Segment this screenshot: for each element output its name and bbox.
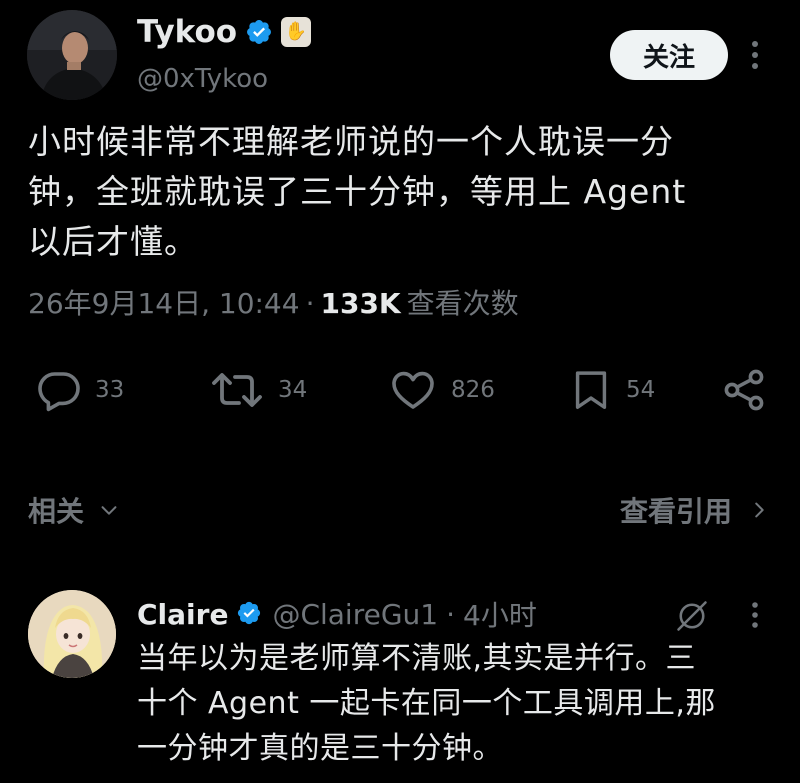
reply-author-handle[interactable]: @ClaireGu1 <box>272 598 438 631</box>
verified-badge-icon <box>236 600 264 628</box>
retweet-button[interactable]: 34 <box>208 362 307 418</box>
like-count: 826 <box>451 377 495 403</box>
reply-text: 当年以为是老师算不清账,其实是并行。三 十个 Agent 一起卡在同一个工具调用… <box>137 641 716 766</box>
tweet-timestamp[interactable]: 26年9月14日, 10:44 <box>28 282 300 322</box>
related-sort-dropdown[interactable]: 相关 <box>28 490 120 530</box>
more-vertical-icon[interactable] <box>744 600 766 630</box>
meta-separator: · <box>305 287 315 320</box>
views-count: 133K <box>320 287 401 320</box>
view-quotes-label: 查看引用 <box>619 495 732 528</box>
reply-button[interactable]: 33 <box>35 362 124 418</box>
views-label: 查看次数 <box>406 287 519 320</box>
retweet-count: 34 <box>278 377 308 403</box>
bookmark-icon <box>575 371 607 409</box>
tweet-text: 小时候非常不理解老师说的一个人耽误一分 钟，全班就耽误了三十分钟，等用上 Age… <box>28 122 687 261</box>
reply-avatar[interactable] <box>28 590 116 678</box>
view-quotes-link[interactable]: 查看引用 <box>620 490 768 530</box>
affiliate-badge-icon[interactable]: ✋ <box>281 17 312 47</box>
author-name-row[interactable]: Tykoo ✋ <box>137 14 312 50</box>
share-icon <box>724 369 764 411</box>
retweet-icon <box>212 373 262 407</box>
author-handle[interactable]: @0xTykoo <box>137 64 268 94</box>
reply-header: Claire @ClaireGu1 · 4小时 <box>137 594 537 634</box>
bookmark-count: 54 <box>626 377 656 403</box>
share-button[interactable] <box>720 362 768 418</box>
verified-badge-icon <box>245 18 273 46</box>
reply-author-name[interactable]: Claire <box>137 598 228 631</box>
reply-time[interactable]: 4小时 <box>463 594 537 634</box>
tweet-detail-page: Tykoo ✋ @0xTykoo 关注 小时候非常不理解老师说的一个人耽误一分 … <box>0 0 800 783</box>
reply-icon <box>38 372 80 412</box>
chevron-right-icon <box>755 502 764 518</box>
bookmark-button[interactable]: 54 <box>568 362 655 418</box>
reply-separator: · <box>446 597 455 631</box>
like-button[interactable]: 826 <box>387 362 495 418</box>
follow-button[interactable]: 关注 <box>610 30 728 80</box>
tweet-actions: 33 34 826 54 <box>0 362 800 418</box>
reply-count: 33 <box>95 377 125 403</box>
author-avatar[interactable] <box>27 10 117 100</box>
author-name[interactable]: Tykoo <box>137 14 237 50</box>
tweet-meta: 26年9月14日, 10:44 · 133K 查看次数 <box>28 282 519 322</box>
grok-icon[interactable] <box>674 598 710 634</box>
heart-icon <box>392 371 434 409</box>
related-row: 相关 查看引用 <box>28 490 768 534</box>
more-vertical-icon[interactable] <box>742 38 768 72</box>
related-label: 相关 <box>28 495 85 528</box>
chevron-down-icon <box>101 506 117 515</box>
